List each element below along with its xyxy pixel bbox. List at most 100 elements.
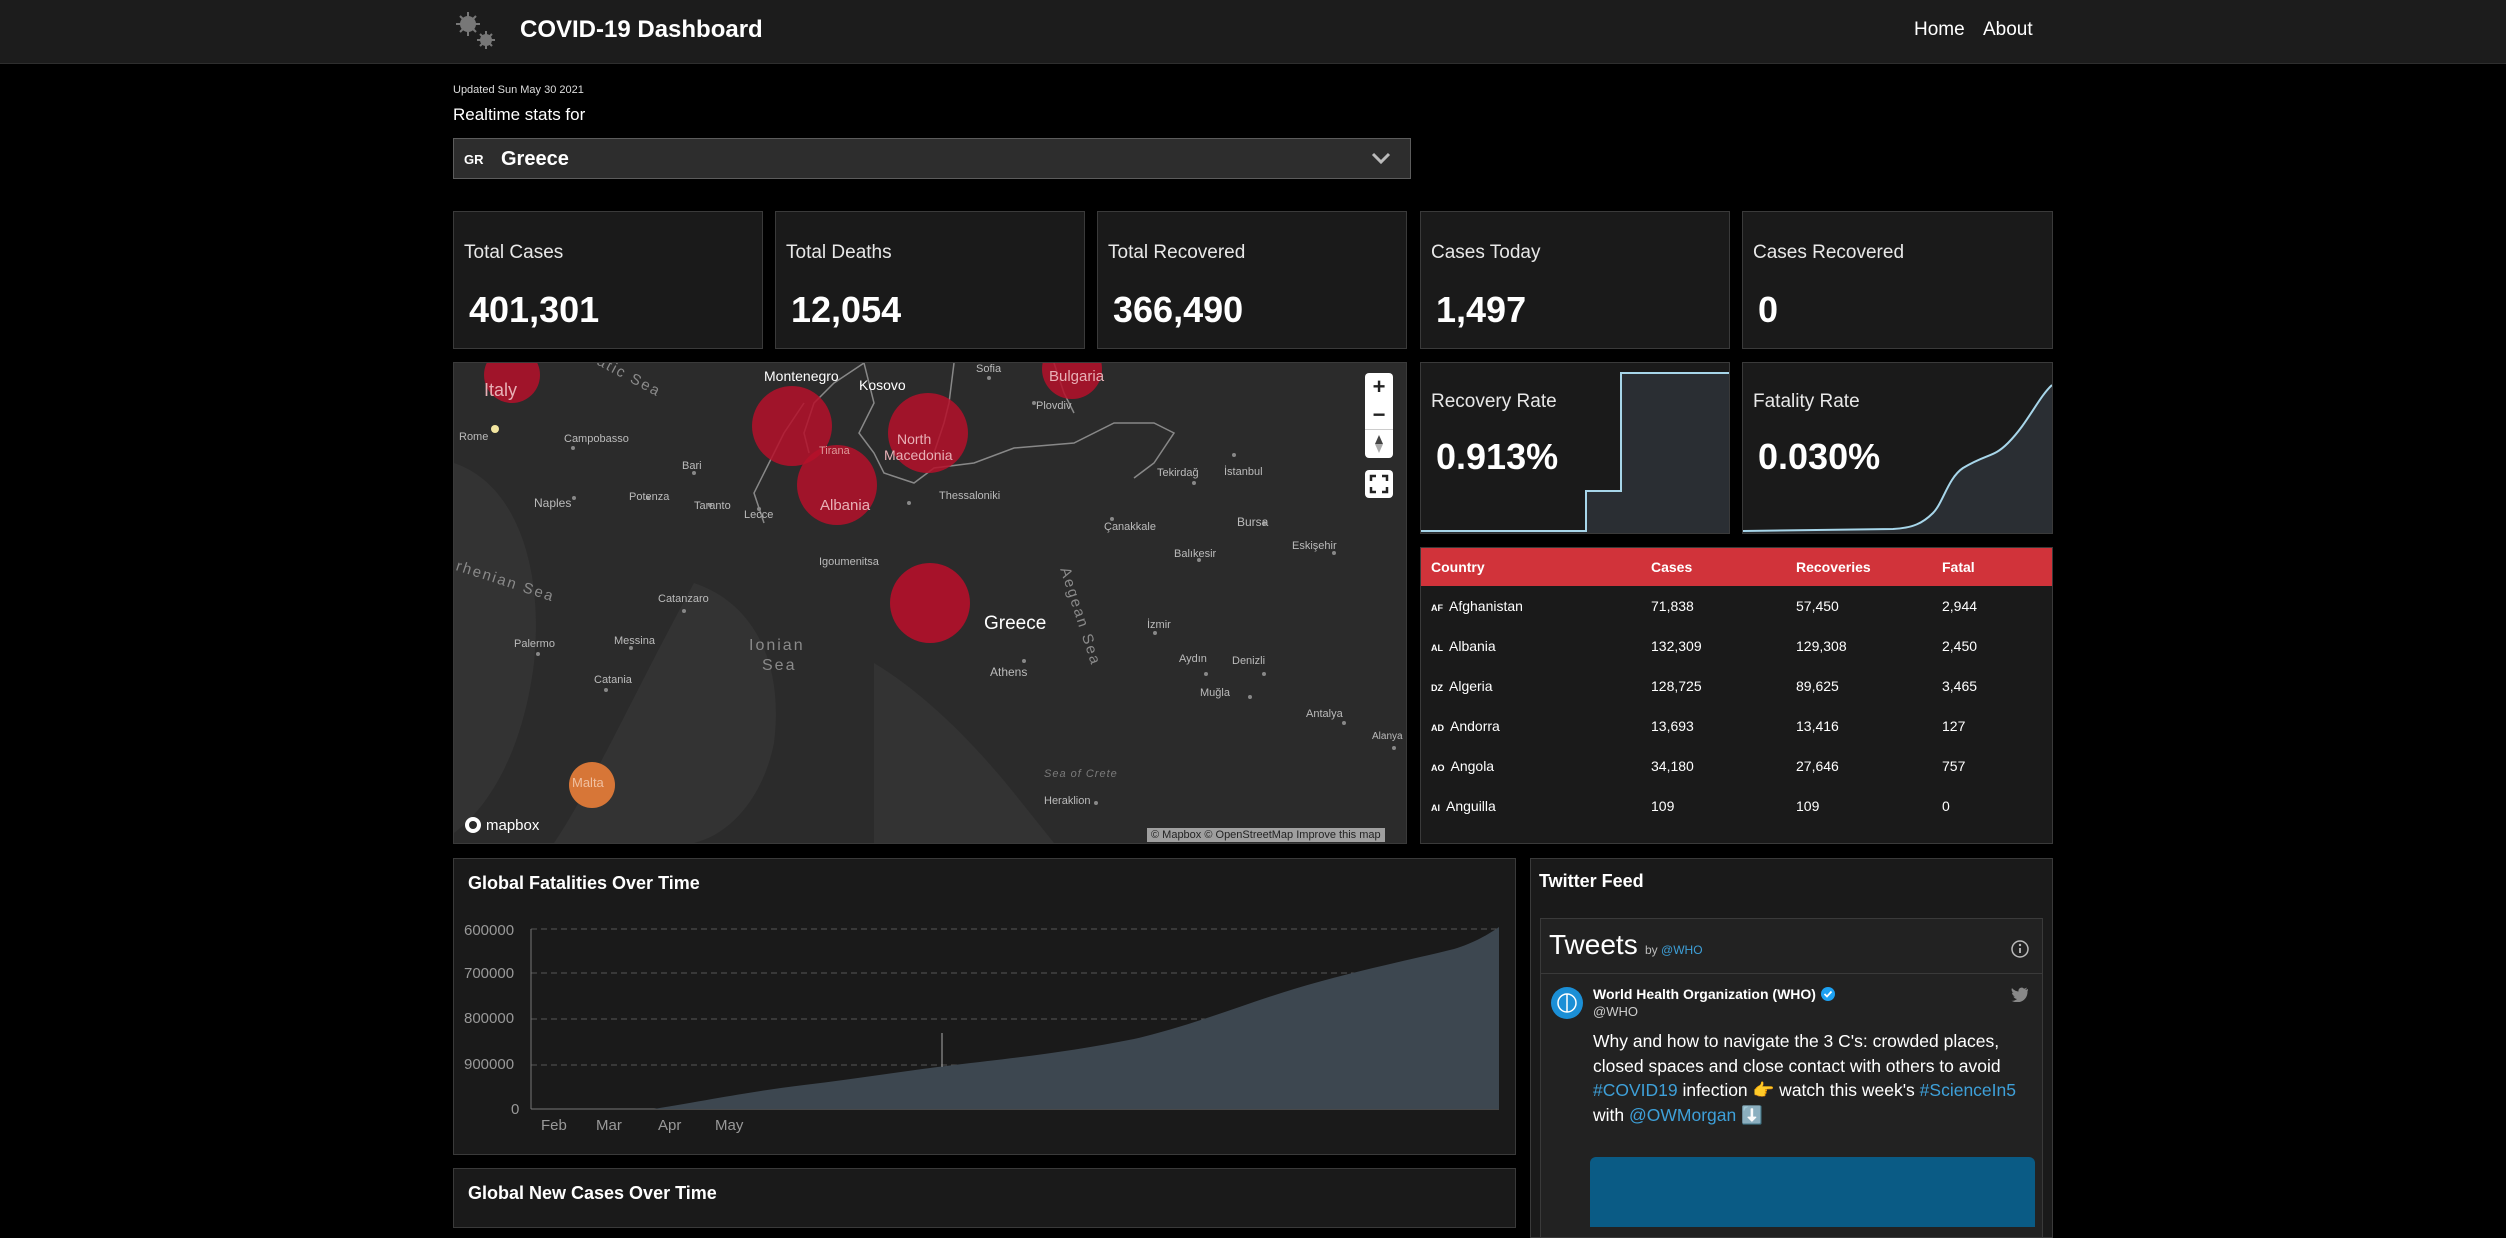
app-title: COVID-19 Dashboard bbox=[520, 16, 763, 43]
map-label: Taranto bbox=[694, 500, 731, 512]
map-label: Thessaloniki bbox=[939, 490, 1001, 502]
map-label: Balıkesir bbox=[1174, 548, 1217, 560]
cases-recovered-card: Cases Recovered 0 bbox=[1742, 211, 2053, 349]
y-tick-label: 800000 bbox=[464, 1010, 515, 1027]
recoveries-cell: 129,308 bbox=[1796, 638, 1847, 654]
map-label: Aydın bbox=[1179, 653, 1207, 665]
fatal-cell: 0 bbox=[1942, 798, 1950, 814]
y-tick-label: 0 bbox=[511, 1101, 520, 1118]
verified-icon bbox=[1820, 987, 1835, 1001]
fullscreen-button[interactable] bbox=[1365, 470, 1393, 498]
country-cell: AO Angola bbox=[1421, 746, 1641, 786]
x-tick-label: Mar bbox=[596, 1117, 622, 1134]
x-tick-label: Feb bbox=[541, 1117, 567, 1134]
hashtag-link[interactable]: #COVID19 bbox=[1593, 1080, 1678, 1100]
map-label: Potenza bbox=[629, 491, 670, 503]
table-row[interactable]: AF Afghanistan 71,838 57,450 2,944 bbox=[1421, 586, 2052, 626]
compass-button[interactable] bbox=[1365, 429, 1393, 458]
card-label: Total Deaths bbox=[786, 242, 892, 263]
card-value: 401,301 bbox=[469, 289, 600, 330]
nav-home-link[interactable]: Home bbox=[1914, 19, 1965, 41]
map-attribution[interactable]: © Mapbox © OpenStreetMap Improve this ma… bbox=[1147, 828, 1385, 842]
cases-cell: 109 bbox=[1651, 798, 1675, 814]
map-label: Tirana bbox=[819, 445, 850, 457]
table-row[interactable]: DZ Algeria 128,725 89,625 3,465 bbox=[1421, 666, 2052, 706]
fatality-rate-card: Fatality Rate 0.030% bbox=[1742, 362, 2053, 534]
map-label: Sofia bbox=[976, 363, 1002, 375]
column-header-fatal[interactable]: Fatal bbox=[1932, 548, 2052, 586]
map-label: Denizli bbox=[1232, 655, 1266, 667]
mapbox-logo[interactable]: mapbox bbox=[464, 816, 539, 834]
updated-timestamp: Updated Sun May 30 2021 bbox=[453, 84, 584, 96]
fatal-cell: 2,944 bbox=[1942, 598, 1978, 614]
by-label: by bbox=[1645, 943, 1658, 957]
mapbox-icon bbox=[465, 817, 481, 833]
map-label: Catania bbox=[594, 674, 632, 686]
recoveries-cell: 57,450 bbox=[1796, 598, 1839, 614]
mapbox-brand: mapbox bbox=[486, 816, 540, 834]
tweet-fragment: ⬇️ bbox=[1736, 1104, 1763, 1125]
card-value: 0 bbox=[1758, 289, 1779, 330]
country-code: AI bbox=[1431, 803, 1440, 813]
twitter-bird-icon[interactable] bbox=[2011, 986, 2029, 1002]
tweet-line: Why and how to navigate the 3 C's: crowd… bbox=[1593, 1031, 2000, 1051]
country-name: Albania bbox=[1449, 638, 1496, 654]
map-label: İstanbul bbox=[1224, 466, 1263, 478]
tweet-fragment: infection 👉 watch this week's bbox=[1677, 1080, 1920, 1100]
map-view[interactable]: Italy Montenegro Kosovo Sofia Bulgaria R… bbox=[453, 362, 1407, 844]
zoom-in-button[interactable]: + bbox=[1365, 373, 1393, 401]
country-cell: DZ Algeria bbox=[1421, 666, 1641, 706]
map-label: Antalya bbox=[1306, 708, 1343, 720]
table-row[interactable]: AO Angola 34,180 27,646 757 bbox=[1421, 746, 2052, 786]
who-avatar[interactable] bbox=[1551, 987, 1583, 1019]
nav-about-link[interactable]: About bbox=[1983, 19, 2033, 41]
tweet-line: closed spaces and close contact with oth… bbox=[1593, 1055, 2001, 1076]
map-label: Bari bbox=[682, 460, 702, 472]
tweet-media[interactable] bbox=[1590, 1157, 2035, 1227]
divider bbox=[1541, 973, 2042, 974]
fullscreen-icon bbox=[1369, 474, 1389, 494]
country-cell: AF Afghanistan bbox=[1421, 586, 1641, 626]
table-row[interactable]: AI Anguilla 109 109 0 bbox=[1421, 786, 2052, 826]
info-icon[interactable] bbox=[2010, 939, 2030, 959]
y-tick-label: 900000 bbox=[464, 1056, 515, 1073]
map-label: Macedonia bbox=[884, 447, 953, 463]
country-name: Algeria bbox=[1449, 678, 1493, 694]
y-tick-label: 700000 bbox=[464, 965, 515, 982]
table-row[interactable]: AL Albania 132,309 129,308 2,450 bbox=[1421, 626, 2052, 666]
map-label: Bulgaria bbox=[1049, 368, 1105, 385]
column-header-cases[interactable]: Cases bbox=[1641, 548, 1786, 586]
map-label: Catanzaro bbox=[658, 593, 709, 605]
cases-cell: 34,180 bbox=[1651, 758, 1694, 774]
map-label: Lecce bbox=[744, 509, 774, 521]
map-label: Plovdiv bbox=[1036, 400, 1072, 412]
column-header-recoveries[interactable]: Recoveries bbox=[1786, 548, 1932, 586]
total-cases-card: Total Cases 401,301 bbox=[453, 211, 763, 349]
mention-link[interactable]: @OWMorgan bbox=[1629, 1105, 1736, 1125]
tweet-line: with @OWMorgan ⬇️ bbox=[1593, 1103, 2033, 1128]
zoom-out-button[interactable]: − bbox=[1365, 401, 1393, 429]
panel-title: Twitter Feed bbox=[1539, 871, 1644, 891]
cases-cell: 13,693 bbox=[1651, 718, 1694, 734]
recovery-rate-sparkline bbox=[1421, 372, 1729, 533]
country-select[interactable]: GR Greece bbox=[453, 138, 1411, 179]
card-value: 1,497 bbox=[1436, 289, 1527, 330]
card-value: 366,490 bbox=[1113, 289, 1244, 330]
tweet-author[interactable]: World Health Organization (WHO) bbox=[1593, 986, 1836, 1002]
fatal-cell: 127 bbox=[1942, 718, 1966, 734]
map-label: Messina bbox=[614, 635, 655, 647]
map-label: Sea of Crete bbox=[1044, 768, 1118, 780]
x-tick-label: Apr bbox=[658, 1117, 682, 1134]
cases-cell: 71,838 bbox=[1651, 598, 1694, 614]
table-row[interactable]: AD Andorra 13,693 13,416 127 bbox=[1421, 706, 2052, 746]
hashtag-link[interactable]: #ScienceIn5 bbox=[1920, 1080, 2016, 1100]
who-handle-link[interactable]: @WHO bbox=[1661, 943, 1703, 957]
country-name: Andorra bbox=[1450, 718, 1500, 734]
twitter-timeline[interactable]: Tweets by @WHO World Health Organization… bbox=[1540, 918, 2043, 1238]
country-code: AD bbox=[1431, 723, 1444, 733]
virus-logo-icon[interactable] bbox=[452, 10, 500, 52]
column-header-country[interactable]: Country bbox=[1421, 548, 1641, 586]
author-name: World Health Organization (WHO) bbox=[1593, 986, 1816, 1002]
map-label: Alanya bbox=[1372, 731, 1403, 742]
cases-cell: 132,309 bbox=[1651, 638, 1702, 654]
